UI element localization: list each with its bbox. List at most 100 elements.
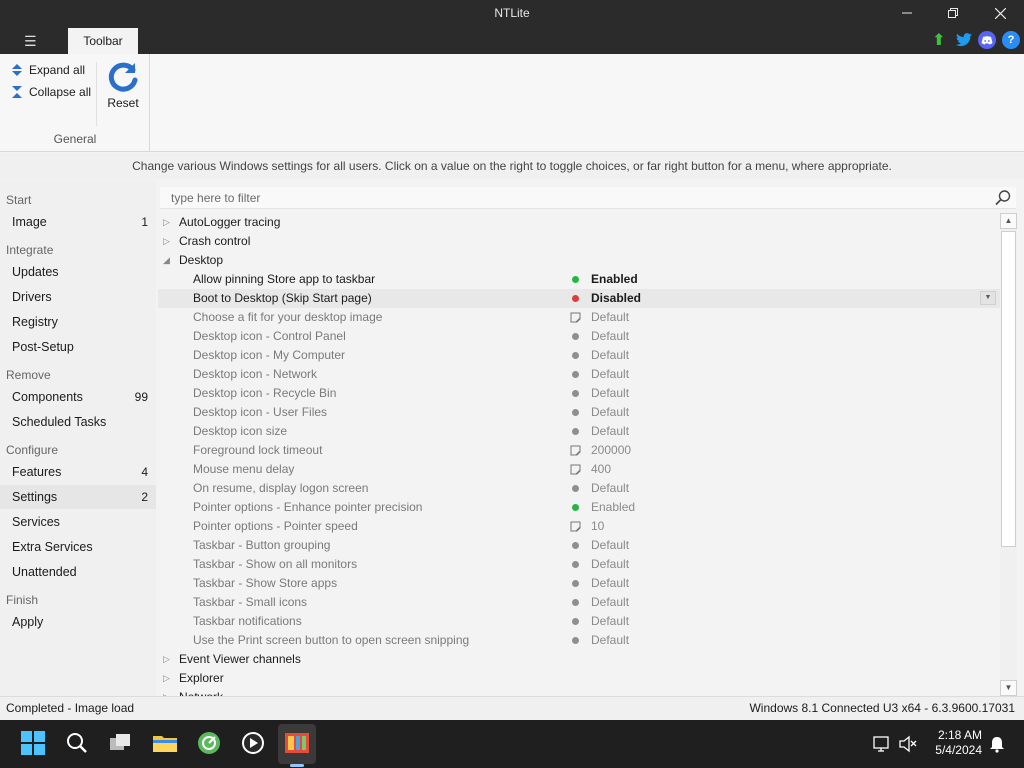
volume-muted-icon[interactable] <box>898 734 918 754</box>
reset-button[interactable]: Reset <box>104 60 142 110</box>
setting-row[interactable]: Desktop icon - My Computer Default <box>158 346 1000 365</box>
sidebar-item-components[interactable]: Components 99 <box>0 385 156 409</box>
media-player-icon[interactable] <box>240 730 266 756</box>
setting-row[interactable]: Boot to Desktop (Skip Start page) Disable… <box>158 289 1000 308</box>
sidebar-item-image[interactable]: Image 1 <box>0 210 156 234</box>
setting-value[interactable]: Enabled <box>591 498 635 517</box>
scroll-down-icon[interactable]: ▼ <box>1000 680 1017 696</box>
setting-value[interactable]: 200000 <box>591 441 631 460</box>
setting-row[interactable]: Taskbar notifications Default <box>158 612 1000 631</box>
sidebar-item-post-setup[interactable]: Post-Setup <box>0 335 156 359</box>
setting-row[interactable]: Allow pinning Store app to taskbar Enable… <box>158 270 1000 289</box>
setting-value[interactable]: Disabled <box>591 289 641 308</box>
setting-value[interactable]: 10 <box>591 517 604 536</box>
menu-icon[interactable]: ☰ <box>24 33 37 50</box>
setting-row[interactable]: Taskbar - Small icons Default <box>158 593 1000 612</box>
sidebar-item-unattended[interactable]: Unattended <box>0 560 156 584</box>
sidebar-item-extra-services[interactable]: Extra Services <box>0 535 156 559</box>
setting-value[interactable]: Default <box>591 422 629 441</box>
sidebar-section-configure: Configure <box>6 443 59 457</box>
collapsed-arrow-icon[interactable]: ▷ <box>163 669 170 688</box>
sidebar-item-apply[interactable]: Apply <box>0 610 156 634</box>
setting-value[interactable]: Default <box>591 479 629 498</box>
collapsed-arrow-icon[interactable]: ▷ <box>163 688 170 696</box>
collapse-all-button[interactable]: Collapse all <box>10 83 91 101</box>
setting-value[interactable]: Default <box>591 612 629 631</box>
setting-row[interactable]: Foreground lock timeout 200000 <box>158 441 1000 460</box>
expand-all-button[interactable]: Expand all <box>10 61 85 79</box>
sidebar-item-features[interactable]: Features 4 <box>0 460 156 484</box>
setting-row[interactable]: Desktop icon - Network Default <box>158 365 1000 384</box>
sidebar-item-scheduled-tasks[interactable]: Scheduled Tasks <box>0 410 156 434</box>
green-app-icon[interactable] <box>196 730 222 756</box>
help-icon[interactable]: ? <box>1002 31 1020 49</box>
setting-row[interactable]: Choose a fit for your desktop image Defau… <box>158 308 1000 327</box>
setting-row[interactable]: Desktop icon size Default <box>158 422 1000 441</box>
setting-row[interactable]: Desktop icon - Control Panel Default <box>158 327 1000 346</box>
setting-value[interactable]: Default <box>591 536 629 555</box>
setting-value[interactable]: Enabled <box>591 270 638 289</box>
setting-value[interactable]: Default <box>591 574 629 593</box>
tree-category[interactable]: ▷ Crash control <box>158 232 1000 251</box>
sidebar-item-updates[interactable]: Updates <box>0 260 156 284</box>
setting-value[interactable]: Default <box>591 593 629 612</box>
tree-category[interactable]: ◢ Desktop <box>158 251 1000 270</box>
search-icon[interactable] <box>994 189 1012 207</box>
setting-row[interactable]: Taskbar - Show on all monitors Default <box>158 555 1000 574</box>
sidebar-item-registry[interactable]: Registry <box>0 310 156 334</box>
network-icon[interactable] <box>872 734 892 754</box>
collapsed-arrow-icon[interactable]: ▷ <box>163 650 170 669</box>
setting-row[interactable]: Taskbar - Button grouping Default <box>158 536 1000 555</box>
vertical-scrollbar[interactable]: ▲ ▼ <box>1000 213 1017 696</box>
sidebar-item-drivers[interactable]: Drivers <box>0 285 156 309</box>
tree-category[interactable]: ▷ Explorer <box>158 669 1000 688</box>
setting-value[interactable]: Default <box>591 346 629 365</box>
restore-button[interactable] <box>930 0 976 26</box>
scroll-up-icon[interactable]: ▲ <box>1000 213 1017 229</box>
sidebar-item-label: Post-Setup <box>12 340 74 354</box>
update-arrow-icon[interactable]: ⬆ <box>930 31 948 49</box>
setting-value[interactable]: Default <box>591 365 629 384</box>
setting-row[interactable]: Pointer options - Enhance pointer precis… <box>158 498 1000 517</box>
taskbar-clock[interactable]: 2:18 AM 5/4/2024 <box>930 728 982 758</box>
minimize-button[interactable] <box>884 0 930 26</box>
search-icon[interactable] <box>64 730 90 756</box>
sidebar-item-settings[interactable]: Settings 2 <box>0 485 156 509</box>
setting-value[interactable]: 400 <box>591 460 611 479</box>
setting-value[interactable]: Default <box>591 384 629 403</box>
setting-value[interactable]: Default <box>591 327 629 346</box>
close-button[interactable] <box>977 0 1023 26</box>
setting-name: Pointer options - Enhance pointer precis… <box>193 500 423 514</box>
setting-value[interactable]: Default <box>591 631 629 650</box>
setting-value[interactable]: Default <box>591 308 629 327</box>
task-view-icon[interactable] <box>108 730 134 756</box>
ntlite-app-icon[interactable] <box>284 730 310 756</box>
row-menu-dropdown-icon[interactable]: ▼ <box>980 291 996 305</box>
setting-row[interactable]: Desktop icon - User Files Default <box>158 403 1000 422</box>
setting-row[interactable]: Desktop icon - Recycle Bin Default <box>158 384 1000 403</box>
setting-value[interactable]: Default <box>591 403 629 422</box>
setting-row[interactable]: Pointer options - Pointer speed 10 <box>158 517 1000 536</box>
setting-row[interactable]: Mouse menu delay 400 <box>158 460 1000 479</box>
filter-input[interactable] <box>160 187 960 209</box>
scrollbar-thumb[interactable] <box>1001 231 1016 547</box>
status-grey-icon <box>572 580 579 587</box>
tree-category[interactable]: ▷ AutoLogger tracing <box>158 213 1000 232</box>
setting-value[interactable]: Default <box>591 555 629 574</box>
setting-row[interactable]: Use the Print screen button to open scre… <box>158 631 1000 650</box>
twitter-icon[interactable] <box>955 31 973 49</box>
status-grey-icon <box>572 333 579 340</box>
file-explorer-icon[interactable] <box>152 730 178 756</box>
setting-row[interactable]: On resume, display logon screen Default <box>158 479 1000 498</box>
collapsed-arrow-icon[interactable]: ▷ <box>163 232 170 251</box>
notification-bell-icon[interactable] <box>988 735 1006 753</box>
start-icon[interactable] <box>20 730 46 756</box>
setting-row[interactable]: Taskbar - Show Store apps Default <box>158 574 1000 593</box>
sidebar-item-services[interactable]: Services <box>0 510 156 534</box>
tree-category[interactable]: ▷ Event Viewer channels <box>158 650 1000 669</box>
discord-icon[interactable] <box>978 31 996 49</box>
tree-category[interactable]: ▷ Network <box>158 688 1000 696</box>
collapsed-arrow-icon[interactable]: ▷ <box>163 213 170 232</box>
expanded-arrow-icon[interactable]: ◢ <box>163 251 170 270</box>
tab-toolbar[interactable]: Toolbar <box>68 28 138 54</box>
